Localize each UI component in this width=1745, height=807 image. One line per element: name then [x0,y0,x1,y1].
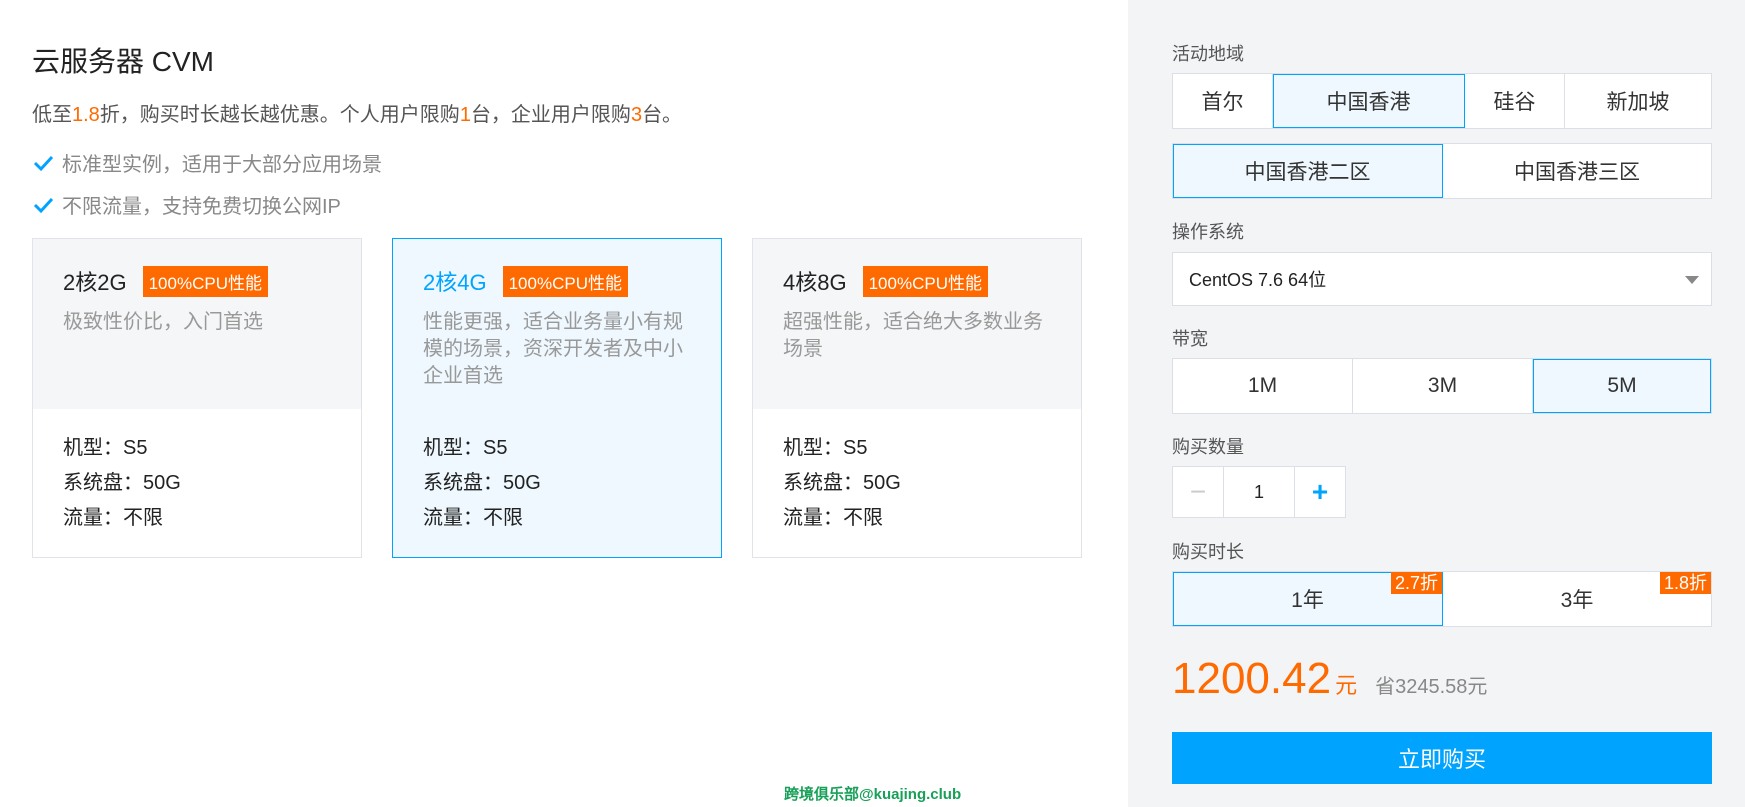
product-panel: 云服务器 CVM 低至1.8折，购买时长越长越优惠。个人用户限购1台，企业用户限… [0,0,1128,807]
zone-option-hk3[interactable]: 中国香港三区 [1443,144,1711,198]
price-amount: 1200.42 [1172,654,1332,703]
feature-item: 不限流量，支持免费切换公网IP [32,190,341,219]
card-description: 性能更强，适合业务量小有规模的场景，资深开发者及中小企业首选 [423,311,683,387]
feature-text: 标准型实例，适用于大部分应用场景 [62,154,382,176]
spec-model: 机型：S5 [423,437,508,459]
region-option-seoul[interactable]: 首尔 [1173,74,1273,128]
instance-card-2c4g[interactable]: 2核4G 100%CPU性能 性能更强，适合业务量小有规模的场景，资深开发者及中… [392,238,722,558]
promo-discount: 1.8 [72,104,100,126]
buy-now-button[interactable]: 立即购买 [1172,732,1712,784]
region-label: 活动地域 [1172,44,1244,64]
duration-option-1y[interactable]: 1年 2.7折 [1173,572,1443,626]
checkmark-icon [33,155,54,171]
quantity-input[interactable]: 1 [1223,467,1295,517]
spec-disk: 系统盘：50G [423,472,541,494]
bandwidth-label: 带宽 [1172,329,1208,349]
quantity-label: 购买数量 [1172,437,1244,457]
card-header: 4核8G 100%CPU性能 超强性能，适合绝大多数业务场景 [753,239,1081,409]
savings-text: 省3245.58元 [1375,676,1488,698]
os-value: CentOS 7.6 64位 [1189,270,1327,290]
feature-item: 标准型实例，适用于大部分应用场景 [32,148,382,177]
bandwidth-option-5m[interactable]: 5M [1533,359,1711,413]
increment-button[interactable]: + [1295,467,1345,517]
duration-text: 3年 [1560,589,1594,612]
discount-tag: 2.7折 [1390,572,1442,594]
feature-text: 不限流量，支持免费切换公网IP [62,196,341,218]
card-header: 2核2G 100%CPU性能 极致性价比，入门首选 [33,239,361,409]
config-panel: 活动地域 首尔 中国香港 硅谷 新加坡 中国香港二区 中国香港三区 操作系统 C… [1128,0,1745,807]
app-root: 云服务器 CVM 低至1.8折，购买时长越长越优惠。个人用户限购1台，企业用户限… [0,0,1745,807]
promo-text: 低至1.8折，购买时长越长越优惠。个人用户限购1台，企业用户限购3台。 [32,98,682,127]
promo-text-2: 折，购买时长越长越优惠。个人用户限购 [99,104,460,126]
card-name: 2核4G [423,270,487,295]
region-option-singapore[interactable]: 新加坡 [1565,74,1711,128]
spec-traffic: 流量：不限 [783,507,883,529]
spec-traffic: 流量：不限 [63,507,163,529]
cpu-badge: 100%CPU性能 [142,265,268,297]
card-specs: 机型：S5 系统盘：50G 流量：不限 [393,409,721,536]
spec-model: 机型：S5 [63,437,148,459]
decrement-button[interactable]: − [1173,467,1223,517]
card-header: 2核4G 100%CPU性能 性能更强，适合业务量小有规模的场景，资深开发者及中… [393,239,721,409]
promo-text-3: 台，企业用户限购 [470,104,631,126]
card-name: 2核2G [63,270,127,295]
duration-label: 购买时长 [1172,542,1244,562]
duration-option-3y[interactable]: 3年 1.8折 [1443,572,1711,626]
duration-text: 1年 [1291,589,1324,612]
price-display: 1200.42 元 省3245.58元 [1172,654,1487,704]
cpu-badge: 100%CPU性能 [862,265,988,297]
os-label: 操作系统 [1172,222,1244,242]
zone-selector: 中国香港二区 中国香港三区 [1172,143,1712,199]
region-option-siliconvalley[interactable]: 硅谷 [1465,74,1565,128]
card-specs: 机型：S5 系统盘：50G 流量：不限 [753,409,1081,536]
os-select[interactable]: CentOS 7.6 64位 [1172,252,1712,306]
spec-traffic: 流量：不限 [423,507,523,529]
bandwidth-option-3m[interactable]: 3M [1353,359,1533,413]
spec-disk: 系统盘：50G [63,472,181,494]
instance-card-2c2g[interactable]: 2核2G 100%CPU性能 极致性价比，入门首选 机型：S5 系统盘：50G … [32,238,362,558]
region-selector: 首尔 中国香港 硅谷 新加坡 [1172,73,1712,129]
card-description: 极致性价比，入门首选 [63,311,263,333]
quantity-stepper: − 1 + [1172,466,1346,518]
bandwidth-option-1m[interactable]: 1M [1173,359,1353,413]
promo-text-1: 低至 [32,104,72,126]
promo-enterprise-limit: 3 [630,104,643,126]
region-option-hongkong[interactable]: 中国香港 [1273,74,1465,128]
price-unit: 元 [1335,673,1358,698]
bandwidth-selector: 1M 3M 5M [1172,358,1712,414]
page-title: 云服务器 CVM [32,46,215,77]
spec-disk: 系统盘：50G [783,472,901,494]
zone-option-hk2[interactable]: 中国香港二区 [1173,144,1443,198]
duration-selector: 1年 2.7折 3年 1.8折 [1172,571,1712,627]
checkmark-icon [33,197,54,213]
promo-text-4: 台。 [642,104,683,126]
instance-card-4c8g[interactable]: 4核8G 100%CPU性能 超强性能，适合绝大多数业务场景 机型：S5 系统盘… [752,238,1082,558]
promo-personal-limit: 1 [459,104,471,126]
card-name: 4核8G [783,270,847,295]
spec-model: 机型：S5 [783,437,868,459]
card-description: 超强性能，适合绝大多数业务场景 [783,311,1043,360]
chevron-down-icon [1685,276,1699,284]
card-specs: 机型：S5 系统盘：50G 流量：不限 [33,409,361,536]
watermark: 跨境俱乐部@kuajing.club [784,786,962,803]
discount-tag: 1.8折 [1659,572,1711,594]
cpu-badge: 100%CPU性能 [502,265,628,297]
